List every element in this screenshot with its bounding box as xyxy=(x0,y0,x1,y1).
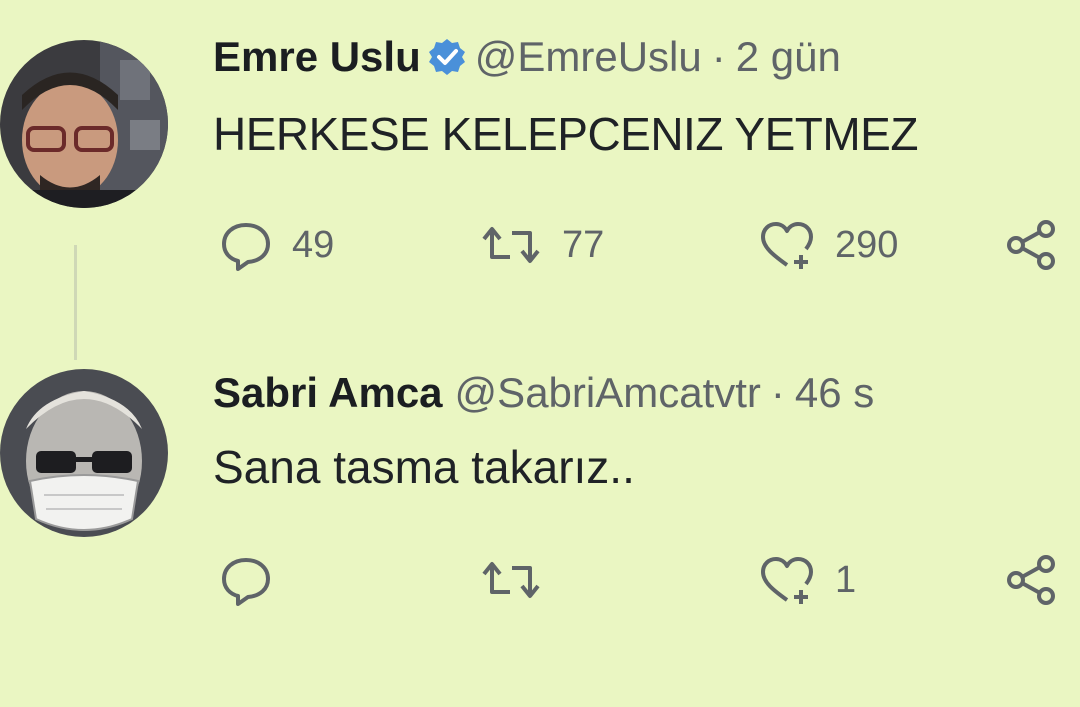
tweet-header: Sabri Amca @SabriAmcatvtr · 46 s xyxy=(213,369,874,417)
retweet-count: 77 xyxy=(562,223,605,266)
retweet-arrows-icon xyxy=(478,217,544,273)
like-count: 290 xyxy=(835,223,899,266)
author-name[interactable]: Sabri Amca xyxy=(213,369,443,416)
reply-button[interactable] xyxy=(218,550,292,610)
tweet-header: Emre Uslu @EmreUslu · 2 gün xyxy=(213,33,841,81)
share-button[interactable] xyxy=(1002,550,1062,610)
tweet-actions: 1 xyxy=(0,550,1080,610)
heart-plus-icon xyxy=(757,552,817,608)
reply-button[interactable]: 49 xyxy=(218,215,334,275)
share-nodes-icon xyxy=(1002,550,1062,610)
avatar-image xyxy=(0,40,168,208)
like-count: 1 xyxy=(835,558,857,601)
like-button[interactable]: 1 xyxy=(757,550,856,610)
retweet-arrows-icon xyxy=(478,552,544,608)
tweet-text: HERKESE KELEPCENIZ YETMEZ xyxy=(213,108,918,160)
like-button[interactable]: 290 xyxy=(757,215,898,275)
reply-count: 49 xyxy=(292,223,335,266)
tweet-time[interactable]: 46 s xyxy=(795,369,874,416)
verified-badge-icon xyxy=(427,37,467,77)
separator: · xyxy=(770,369,785,416)
speech-bubble-icon xyxy=(218,217,274,273)
avatar[interactable] xyxy=(0,40,168,208)
tweet-time[interactable]: 2 gün xyxy=(736,33,841,80)
share-button[interactable] xyxy=(1002,215,1062,275)
author-handle[interactable]: @EmreUslu xyxy=(475,33,702,80)
author-name[interactable]: Emre Uslu xyxy=(213,33,421,80)
avatar[interactable] xyxy=(0,369,168,537)
author-handle[interactable]: @SabriAmcatvtr xyxy=(455,369,761,416)
avatar-image xyxy=(0,369,168,537)
tweet-actions: 49 77 290 xyxy=(0,215,1080,275)
retweet-button[interactable] xyxy=(478,550,562,610)
heart-plus-icon xyxy=(757,217,817,273)
tweet-sabri-amca[interactable]: Sabri Amca @SabriAmcatvtr · 46 s Sana tasma… xyxy=(0,345,1080,707)
tweet-text: Sana tasma takarız.. xyxy=(213,441,635,493)
retweet-button[interactable]: 77 xyxy=(478,215,604,275)
share-nodes-icon xyxy=(1002,215,1062,275)
tweet-emre-uslu[interactable]: Emre Uslu @EmreUslu · 2 gün HERKESE KELEPCE… xyxy=(0,0,1080,330)
speech-bubble-icon xyxy=(218,552,274,608)
separator: · xyxy=(711,33,726,80)
